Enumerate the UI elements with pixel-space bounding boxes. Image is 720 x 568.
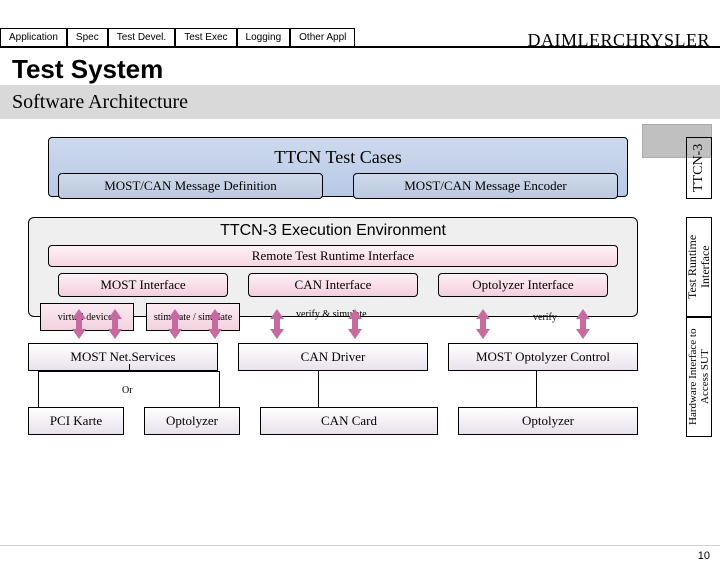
label-verify: verify <box>533 312 557 323</box>
brand-logo: DAIMLERCHRYSLER <box>527 30 710 51</box>
box-stimulate-simulate: stimulate / simulate <box>146 303 240 331</box>
box-msg-definition: MOST/CAN Message Definition <box>58 173 323 199</box>
tab-test-exec[interactable]: Test Exec <box>175 28 236 46</box>
box-remote-tri: Remote Test Runtime Interface <box>48 245 618 267</box>
box-pci-karte: PCI Karte <box>28 407 124 435</box>
side-label-hw: Hardware Interface to Access SUT <box>686 317 712 437</box>
box-optolyzer-control: MOST Optolyzer Control <box>448 343 638 371</box>
arrow-icon <box>476 309 490 339</box>
label-or: Or <box>122 385 133 396</box>
architecture-diagram: TTCN Test Cases MOST/CAN Message Definit… <box>8 137 712 497</box>
box-optolyzer-1: Optolyzer <box>144 407 240 435</box>
box-msg-encoder: MOST/CAN Message Encoder <box>353 173 618 199</box>
tab-test-devel[interactable]: Test Devel. <box>108 28 175 46</box>
box-most-interface: MOST Interface <box>58 273 228 297</box>
box-exec-env: TTCN-3 Execution Environment <box>28 217 638 317</box>
arrow-icon <box>576 309 590 339</box>
label: TTCN Test Cases <box>274 147 401 168</box>
label: TTCN-3 Execution Environment <box>220 222 446 240</box>
box-most-netservices: MOST Net.Services <box>28 343 218 371</box>
connector-line <box>318 371 319 407</box>
side-label-tri: Test Runtime Interface <box>686 217 712 317</box>
page-title: Test System <box>0 54 720 85</box>
page-subtitle: Software Architecture <box>12 91 188 114</box>
tab-spec[interactable]: Spec <box>67 28 108 46</box>
tab-application[interactable]: Application <box>0 28 67 46</box>
connector-line <box>536 371 537 407</box>
tab-other-appl[interactable]: Other Appl <box>290 28 355 46</box>
arrow-icon <box>270 309 284 339</box>
arrow-icon <box>348 309 362 339</box>
footer-rule <box>0 545 720 546</box>
arrow-icon <box>168 309 182 339</box>
box-optolyzer-interface: Optolyzer Interface <box>438 273 608 297</box>
page-number: 10 <box>698 550 710 562</box>
side-label-ttcn3: TTCN-3 <box>686 137 712 199</box>
tab-logging[interactable]: Logging <box>237 28 291 46</box>
box-can-interface: CAN Interface <box>248 273 418 297</box>
box-can-driver: CAN Driver <box>238 343 428 371</box>
arrow-icon <box>108 309 122 339</box>
box-optolyzer-2: Optolyzer <box>458 407 638 435</box>
arrow-icon <box>72 309 86 339</box>
arrow-icon <box>208 309 222 339</box>
box-can-card: CAN Card <box>260 407 438 435</box>
